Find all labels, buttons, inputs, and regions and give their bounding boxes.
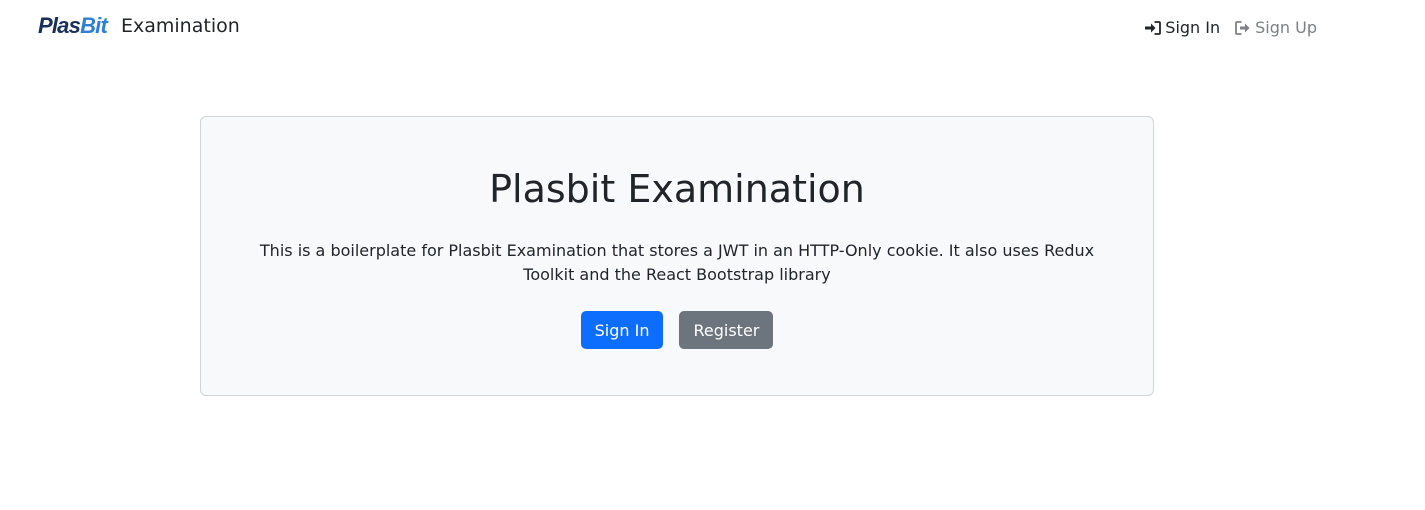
nav-sign-in-label: Sign In — [1165, 18, 1221, 37]
sign-up-icon — [1235, 21, 1251, 35]
navbar: PlasBit Examination Sign In Sign Up — [0, 0, 1425, 56]
nav-sign-up-link[interactable]: Sign Up — [1235, 17, 1317, 39]
hero-card: Plasbit Examination This is a boilerplat… — [200, 116, 1154, 396]
hero-description: This is a boilerplate for Plasbit Examin… — [259, 241, 1095, 284]
nav-links: Sign In Sign Up — [1145, 17, 1317, 39]
hero-actions: Sign In Register — [201, 311, 1153, 349]
plasbit-logo: PlasBit — [38, 12, 108, 40]
sign-in-icon — [1145, 21, 1162, 35]
logo-part-bit: Bit — [80, 13, 108, 38]
logo-part-plas: Plas — [38, 13, 81, 38]
register-button[interactable]: Register — [679, 311, 774, 349]
hero-title: Plasbit Examination — [489, 167, 865, 211]
nav-sign-up-label: Sign Up — [1255, 18, 1317, 37]
sign-in-button[interactable]: Sign In — [580, 311, 664, 349]
brand-link[interactable]: PlasBit Examination — [38, 12, 240, 40]
brand-text: Examination — [121, 15, 240, 37]
nav-sign-in-link[interactable]: Sign In — [1145, 17, 1220, 39]
